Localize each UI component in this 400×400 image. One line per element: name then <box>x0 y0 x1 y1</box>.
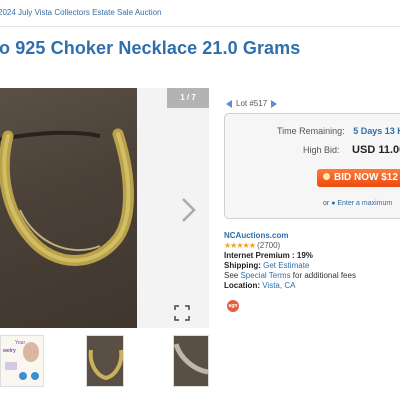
bid-now-label: BID NOW $12 <box>334 172 398 183</box>
next-lot-icon[interactable] <box>271 99 278 108</box>
time-remaining-value: 5 Days 13 H <box>353 126 400 136</box>
rating-stars: ★★★★★ <box>224 241 256 250</box>
auction-lot-page: 2024 July Vista Collectors Estate Sale A… <box>0 0 400 400</box>
breadcrumb[interactable]: 2024 July Vista Collectors Estate Sale A… <box>0 8 162 17</box>
internet-premium: Internet Premium : 19% <box>224 251 313 260</box>
bid-now-button[interactable]: BID NOW $12 <box>317 169 400 187</box>
lot-number: Lot #517 <box>236 99 268 108</box>
breadcrumb-divider <box>0 26 400 27</box>
lot-navigation: Lot #517 <box>226 99 278 108</box>
seller-info: NCAuctions.com ★★★★★ (2700) Internet Pre… <box>224 231 356 291</box>
bid-panel: Time Remaining: 5 Days 13 H High Bid: US… <box>224 113 400 219</box>
image-counter: 1 / 7 <box>167 88 209 108</box>
previous-lot-icon[interactable] <box>226 99 232 108</box>
high-bid-value: USD 11.00 <box>352 144 400 156</box>
location-value[interactable]: Vista, CA <box>262 281 295 290</box>
high-bid-row: High Bid: USD 11.00 <box>303 144 400 156</box>
max-bid-row: or ● Enter a maximum <box>323 200 392 207</box>
terms-suffix: for additional fees <box>292 271 356 280</box>
main-product-image[interactable] <box>0 88 137 328</box>
necklace-illustration <box>0 128 134 266</box>
auctioneer-badge-icon[interactable]: agn <box>227 300 239 312</box>
special-terms-link[interactable]: Special Terms <box>240 271 290 280</box>
seller-name-link[interactable]: NCAuctions.com <box>224 231 288 240</box>
thumbnail-1[interactable]: Your welry <box>0 335 44 387</box>
rating-count[interactable]: (2700) <box>257 241 280 250</box>
enter-maximum-bid-link[interactable]: Enter a maximum <box>337 200 392 207</box>
shipping-label: Shipping: <box>224 261 261 270</box>
fullscreen-icon[interactable] <box>174 305 190 321</box>
thumbnail-3[interactable] <box>173 335 209 387</box>
chevron-right-icon[interactable] <box>180 196 198 224</box>
lightbulb-icon <box>323 173 330 180</box>
see-text: See <box>224 271 239 280</box>
high-bid-label: High Bid: <box>303 145 340 155</box>
thumbnail-2[interactable] <box>86 335 124 387</box>
time-remaining-row: Time Remaining: 5 Days 13 H <box>277 126 400 136</box>
location-label: Location: <box>224 281 260 290</box>
image-side-panel <box>137 88 209 328</box>
shipping-estimate-link[interactable]: Get Estimate <box>263 261 309 270</box>
bullet-icon: ● <box>331 200 336 207</box>
time-remaining-label: Time Remaining: <box>277 126 345 136</box>
or-text: or <box>323 200 330 207</box>
page-title: o 925 Choker Necklace 21.0 Grams <box>0 38 301 58</box>
